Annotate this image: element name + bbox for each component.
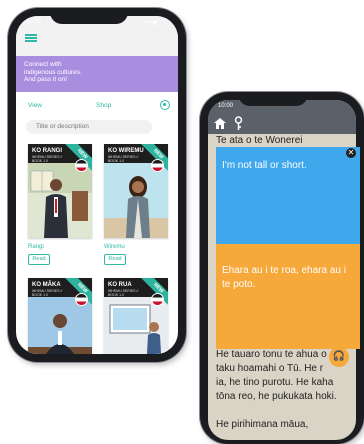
status-time: 10:00 <box>218 103 234 109</box>
read-button[interactable]: Read <box>104 254 126 265</box>
banner-line2: indigenous cultures. <box>24 68 82 76</box>
nav-view[interactable]: View <box>28 102 42 109</box>
book-title: KO RANGI <box>32 148 62 154</box>
book-subtitle: WHEMU SERIES // BOOK 1.0 <box>108 155 139 163</box>
status-time: 10:00 <box>26 19 42 25</box>
cover-illustration <box>28 163 92 238</box>
phone-notch <box>50 8 128 24</box>
close-icon[interactable]: ✕ <box>346 148 356 158</box>
key-icon[interactable] <box>234 116 243 130</box>
book-title: KO MĀKA <box>32 282 61 288</box>
book-card-rangi[interactable]: KO RANGI WHEMU SERIES // BOOK 1.0 NEW <box>28 144 92 238</box>
flag-icon <box>75 159 88 172</box>
book-subtitle: WHEMU SERIES // BOOK 1.0 <box>108 289 139 297</box>
translation-maori: Ehara au i te roa, ehara au i te poto. <box>216 244 360 349</box>
book-name: Wiremu <box>104 244 125 250</box>
book-title: KO RUA <box>108 282 132 288</box>
status-signal: ••• ▣ <box>144 20 158 26</box>
gear-icon[interactable] <box>160 100 170 110</box>
phone-notch <box>238 92 308 106</box>
flag-icon <box>151 293 164 306</box>
cover-illustration <box>104 163 168 238</box>
book-card-rua[interactable]: KO RUA WHEMU SERIES // BOOK 1.0 NEW <box>104 278 168 354</box>
home-icon[interactable] <box>214 118 226 129</box>
nav-shop[interactable]: Shop <box>96 102 111 109</box>
flag-icon <box>151 159 164 172</box>
read-button[interactable]: Read <box>28 254 50 265</box>
banner-line1: Connect with <box>24 61 62 68</box>
book-subtitle: WHEMU SERIES // BOOK 1.0 <box>32 155 63 163</box>
translation-english: I'm not tall or short. <box>216 147 360 244</box>
book-card-wiremu[interactable]: KO WIREMU WHEMU SERIES // BOOK 1.0 NEW <box>104 144 168 238</box>
book-name: Rangi <box>28 244 44 250</box>
book-subtitle: WHEMU SERIES // BOOK 1.0 <box>32 289 63 297</box>
search-input[interactable]: Title or description <box>26 120 152 134</box>
banner-line3: And pass it on! <box>24 76 67 83</box>
headphones-icon[interactable]: 🎧 <box>329 347 349 367</box>
phone-library: 10:00 ••• ▣ Connect with indigenous cult… <box>8 8 186 362</box>
story-line: ia, he tino purotu. He kaha <box>216 377 334 388</box>
story-line: He pirihimana māua, <box>216 419 309 430</box>
book-card-maka[interactable]: KO MĀKA WHEMU SERIES // BOOK 1.0 NEW <box>28 278 92 354</box>
story-line <box>216 404 352 418</box>
book-title: KO WIREMU <box>108 148 144 154</box>
menu-icon[interactable] <box>25 34 37 42</box>
story-line: tōna reo, he pukukata hoki. <box>216 391 337 402</box>
welcome-banner: Connect with indigenous cultures. And pa… <box>16 56 178 92</box>
flag-icon <box>75 293 88 306</box>
library-screen: 10:00 ••• ▣ Connect with indigenous cult… <box>16 16 178 354</box>
story-text-top: Te ata o te Wonerei <box>216 135 303 146</box>
